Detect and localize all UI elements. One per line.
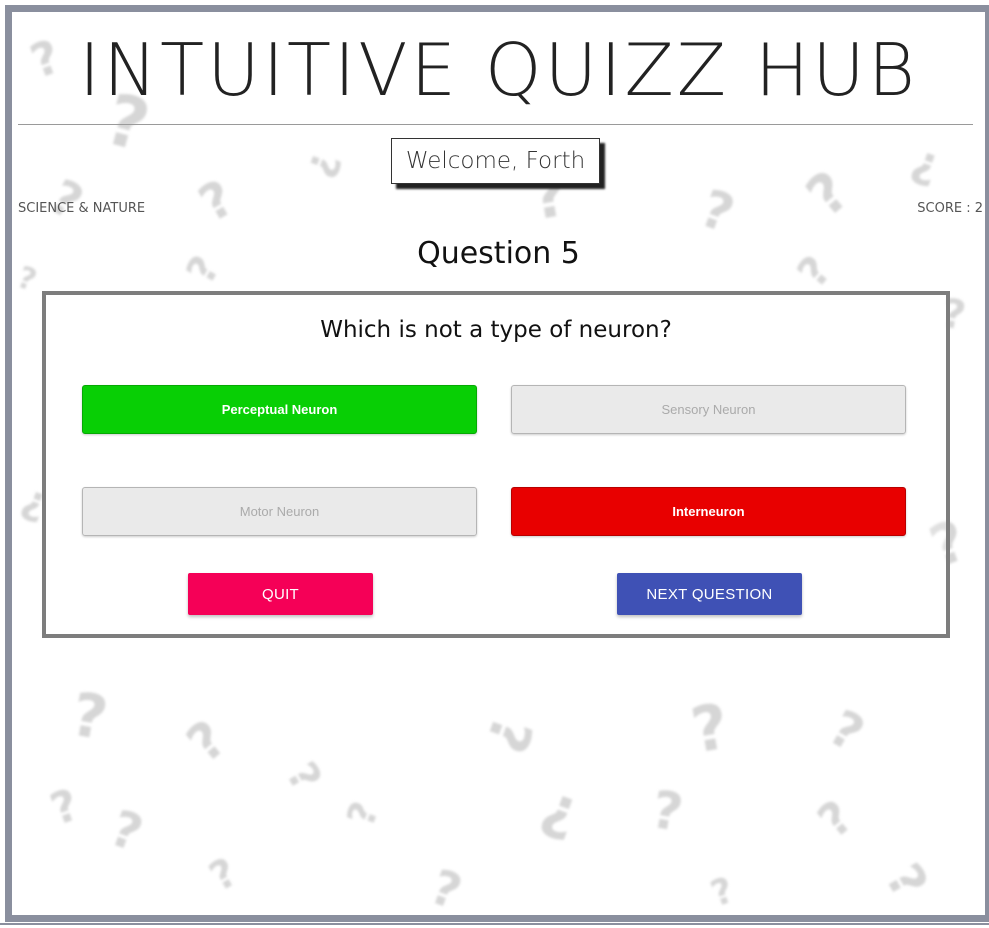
- next-question-button[interactable]: NEXT QUESTION: [617, 573, 802, 615]
- answer-option-correct[interactable]: Perceptual Neuron: [82, 385, 477, 434]
- answer-option[interactable]: Motor Neuron: [82, 487, 477, 536]
- score-label: SCORE : 2: [917, 201, 983, 216]
- app-frame: ? ? ? ? ? ? ? ? ? ? ? ? ? ? ? ? ? ? ? ? …: [5, 5, 989, 922]
- quit-button[interactable]: QUIT: [188, 573, 373, 615]
- question-text: Which is not a type of neuron?: [320, 317, 672, 343]
- answer-option[interactable]: Sensory Neuron: [511, 385, 906, 434]
- welcome-badge: Welcome, Forth: [391, 138, 600, 184]
- app-title: INTUITIVE QUIZZ HUB: [79, 28, 918, 112]
- bottom-border: [0, 923, 989, 925]
- quiz-card: Which is not a type of neuron? Perceptua…: [42, 291, 950, 638]
- question-number: Question 5: [417, 236, 580, 271]
- title-divider: [18, 124, 973, 125]
- category-label: SCIENCE & NATURE: [18, 201, 146, 216]
- answer-option-wrong[interactable]: Interneuron: [511, 487, 906, 536]
